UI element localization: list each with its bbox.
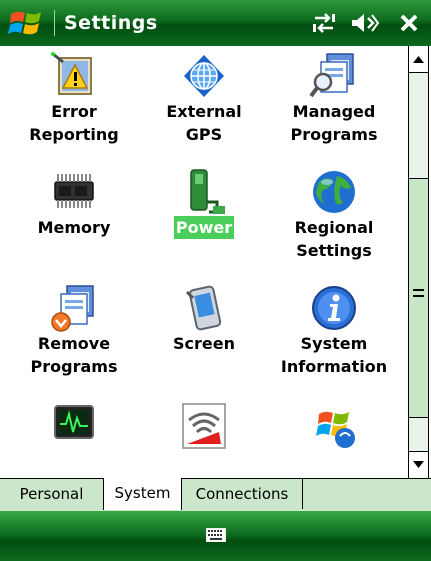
- item-label: External GPS: [166, 102, 242, 144]
- item-regional-settings[interactable]: Regional Settings: [268, 168, 400, 262]
- managed-programs-icon: [309, 53, 354, 98]
- item-wifi[interactable]: [138, 402, 270, 469]
- wifi-icon: [182, 403, 226, 449]
- arrow-up-icon: [413, 56, 424, 63]
- remove-programs-icon: [51, 285, 94, 332]
- item-label: System Information: [280, 334, 388, 376]
- scroll-up-button[interactable]: [409, 46, 428, 73]
- power-icon: [190, 169, 225, 214]
- item-label: Screen: [173, 334, 235, 353]
- item-label: Remove Programs: [30, 334, 118, 376]
- title-bar: Settings: [0, 0, 431, 46]
- item-screen[interactable]: Screen: [138, 284, 270, 355]
- title-separator: [54, 10, 55, 36]
- item-task-manager[interactable]: [8, 402, 140, 469]
- grip-line: [413, 289, 424, 291]
- vertical-scrollbar[interactable]: [408, 46, 429, 478]
- item-label: Regional Settings: [294, 218, 374, 260]
- tab-personal[interactable]: Personal: [0, 479, 104, 509]
- connectivity-icon[interactable]: [311, 12, 337, 34]
- windows-update-icon: [316, 411, 355, 448]
- soft-key-bar: [0, 511, 431, 561]
- item-managed-programs[interactable]: Managed Programs: [268, 52, 400, 146]
- window-title: Settings: [64, 12, 158, 34]
- scroll-down-button[interactable]: [409, 451, 428, 478]
- item-label: Error Reporting: [29, 102, 119, 144]
- arrow-down-icon: [413, 461, 424, 468]
- speaker-icon[interactable]: [350, 12, 380, 34]
- system-information-icon: [312, 286, 356, 330]
- item-label: Memory: [37, 218, 111, 237]
- close-icon[interactable]: [399, 13, 419, 33]
- item-error-reporting[interactable]: Error Reporting: [8, 52, 140, 146]
- item-external-gps[interactable]: External GPS: [138, 52, 270, 146]
- error-reporting-icon: [51, 52, 92, 95]
- item-remove-programs[interactable]: Remove Programs: [8, 284, 140, 378]
- settings-grid: Error Reporting External GPS Managed Pro…: [0, 46, 408, 478]
- item-label: Managed Programs: [290, 102, 378, 144]
- item-windows-update[interactable]: [268, 402, 400, 469]
- tab-connections[interactable]: Connections: [182, 479, 303, 509]
- memory-icon: [54, 174, 94, 208]
- regional-settings-icon: [313, 171, 355, 213]
- external-gps-icon: [184, 55, 224, 97]
- keyboard-icon[interactable]: [206, 528, 226, 542]
- grip-line: [413, 295, 424, 297]
- tab-system[interactable]: System: [103, 478, 182, 510]
- item-system-information[interactable]: System Information: [268, 284, 400, 378]
- tab-strip: Personal System Connections: [0, 478, 431, 512]
- screen-icon: [185, 285, 222, 331]
- item-label: Power: [173, 216, 235, 239]
- item-memory[interactable]: Memory: [8, 168, 140, 239]
- task-manager-icon: [54, 405, 94, 439]
- scroll-thumb[interactable]: [409, 178, 428, 418]
- windows-start-icon[interactable]: [8, 6, 44, 40]
- item-power[interactable]: Power: [138, 168, 270, 239]
